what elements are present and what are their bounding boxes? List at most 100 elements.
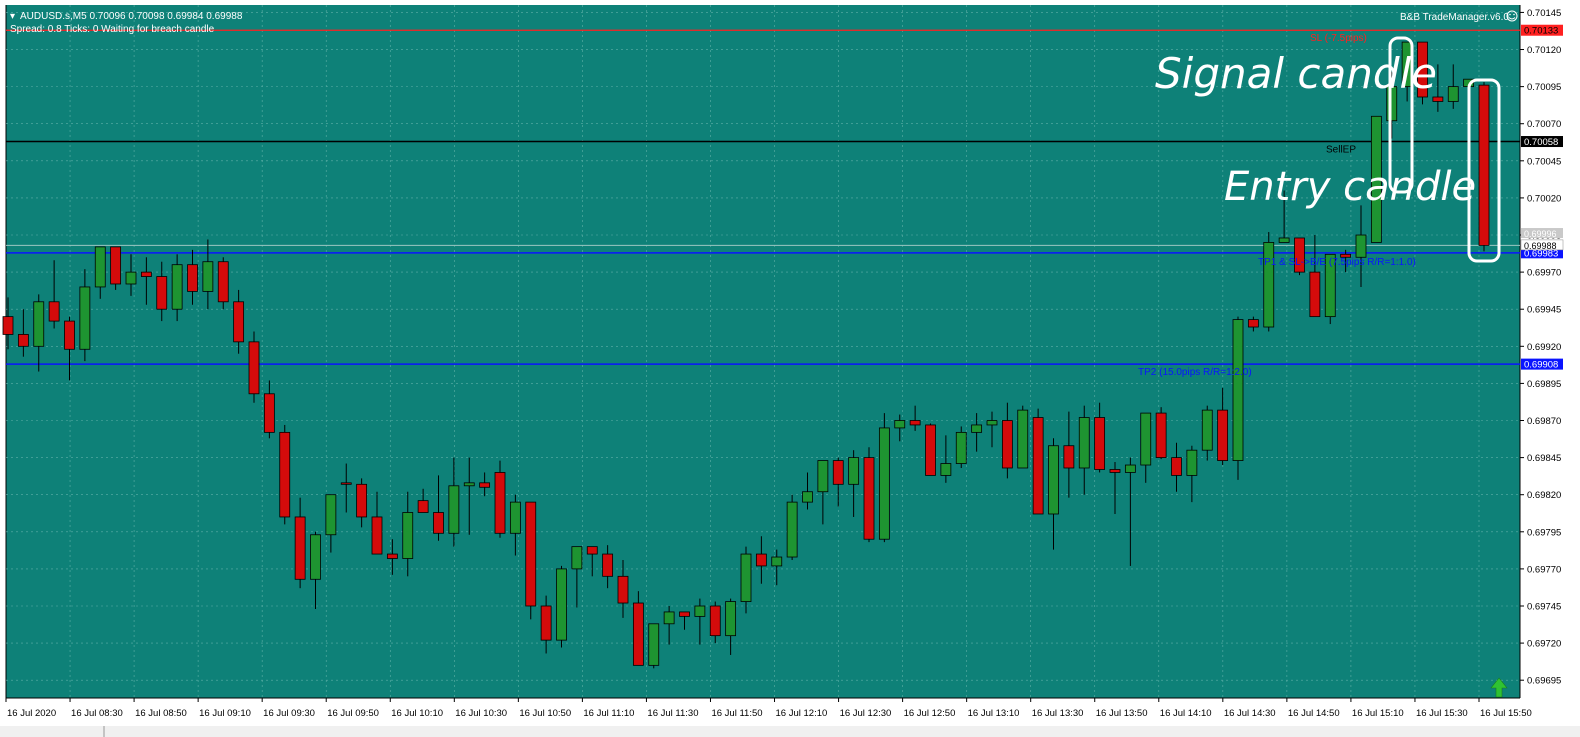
bear-candle-body [586,546,598,555]
bull-candle-body [817,460,829,493]
bull-candle-body [1447,86,1459,102]
x-tick-label: 16 Jul 14:50 [1288,708,1340,719]
bull-candle-body [310,534,321,580]
indicator-label: B&B TradeManager.v6.0 [1400,12,1509,23]
x-tick-label: 16 Jul 12:30 [840,708,892,719]
stop-loss-label: SL (-7.5pips) [1310,33,1367,44]
x-tick-label: 16 Jul 13:10 [968,708,1020,719]
x-tick-label: 16 Jul 10:50 [519,708,571,719]
candle [525,501,537,620]
candle [1017,405,1029,469]
bear-candle-body [632,602,644,666]
take-profit-2-price: 0.69908 [1524,360,1558,371]
x-tick-label: 16 Jul 2020 [7,708,56,719]
bid-price: 0.69988 [1524,241,1557,251]
bull-candle-body [1201,409,1213,451]
bull-candle-body [1078,417,1090,469]
y-tick-label: 0.70095 [1527,82,1561,93]
y-tick-label: 0.69795 [1527,527,1561,538]
bear-candle-body [233,301,245,343]
bull-candle-body [402,512,414,559]
bull-candle-body [1140,412,1152,466]
bull-candle-body [848,457,860,485]
bull-candle-body [33,301,45,347]
bear-candle-body [602,553,614,577]
candle [925,423,936,476]
x-tick-label: 16 Jul 11:10 [583,708,634,719]
chart-menu-arrow-icon[interactable]: ▾ [10,11,15,22]
candle [1263,232,1275,332]
bear-candle-body [1171,457,1182,476]
bull-candle-body [448,485,460,534]
stop-loss-price-tag: 0.70133 [1521,24,1563,37]
bottom-tab-strip [0,726,1580,737]
x-tick-label: 16 Jul 08:50 [135,708,187,719]
symbol-quote-line: AUDUSD.s,M5 0.70096 0.70098 0.69984 0.69… [20,11,243,22]
ask-price-tag: 0.69996 [1521,228,1563,239]
bull-candle-body [740,553,752,602]
x-tick-label: 16 Jul 11:50 [711,708,762,719]
x-tick-label: 16 Jul 10:10 [391,708,443,719]
bear-candle-body [925,424,936,476]
signal-candle-text: Signal candle [1155,49,1437,98]
bull-candle-body [571,546,583,570]
candle [110,246,122,290]
bear-candle-body [371,516,383,555]
bull-candle-body [694,605,706,617]
y-tick-label: 0.70045 [1527,156,1561,167]
bear-candle-body [1063,445,1075,469]
bear-candle-body [433,512,444,534]
candle [786,494,798,560]
ask-price: 0.69996 [1524,229,1557,239]
bull-candle-body [940,463,952,476]
y-tick-label: 0.69870 [1527,416,1561,427]
take-profit-2-price-tag: 0.69908 [1521,358,1563,371]
bull-candle-body [79,286,91,350]
x-tick-label: 16 Jul 15:30 [1416,708,1468,719]
y-tick-label: 0.69845 [1527,453,1561,464]
bear-candle-body [386,553,398,559]
bear-candle-body [248,341,260,395]
bull-candle-body [786,501,798,558]
mt4-chart-window: 0.70145 0.70120 0.70095 0.70070 0.70045 0.700… [0,0,1580,737]
bull-candle-body [1263,242,1275,328]
bear-candle-body [156,276,168,310]
bear-candle-body [617,575,629,604]
y-tick-label: 0.69770 [1527,564,1561,575]
bull-candle-body [648,623,660,666]
plot-area[interactable] [6,5,1520,698]
bear-candle-body [909,420,921,426]
bull-candle-body [1186,449,1198,476]
bear-candle-body [1247,319,1259,328]
x-tick-label: 16 Jul 10:30 [455,708,507,719]
price-chart[interactable]: 0.70145 0.70120 0.70095 0.70070 0.70045 0.700… [0,0,1580,737]
x-tick-label: 16 Jul 13:50 [1096,708,1148,719]
take-profit-2-label: TP2 (15.0pips R/R=1:2.0) [1138,367,1252,378]
bear-candle-body [540,605,552,641]
bear-candle-body [217,261,229,303]
bull-candle-body [771,556,783,567]
candle [955,426,967,468]
candle [1032,408,1044,515]
bear-candle-body [679,611,690,617]
bear-candle-body [755,553,767,567]
bull-candle-body [325,494,337,536]
bull-candle-body [878,427,890,540]
bear-candle-body [525,501,537,607]
bear-candle-body [140,271,152,277]
bear-candle-body [110,246,122,285]
bear-candle-body [279,431,291,518]
y-tick-label: 0.69970 [1527,268,1561,279]
entry-price-tag: 0.70058 [1521,136,1563,148]
bear-candle-body [1032,417,1044,515]
bull-candle-body [894,420,906,429]
bear-candle-body [494,472,506,534]
bear-candle-body [1478,84,1490,246]
y-tick-label: 0.70020 [1527,193,1561,204]
candle [1232,316,1244,480]
candle [248,331,260,403]
candle [863,447,875,543]
bull-candle-body [1278,237,1290,243]
y-tick-label: 0.69920 [1527,342,1561,353]
x-tick-label: 16 Jul 09:10 [199,708,251,719]
